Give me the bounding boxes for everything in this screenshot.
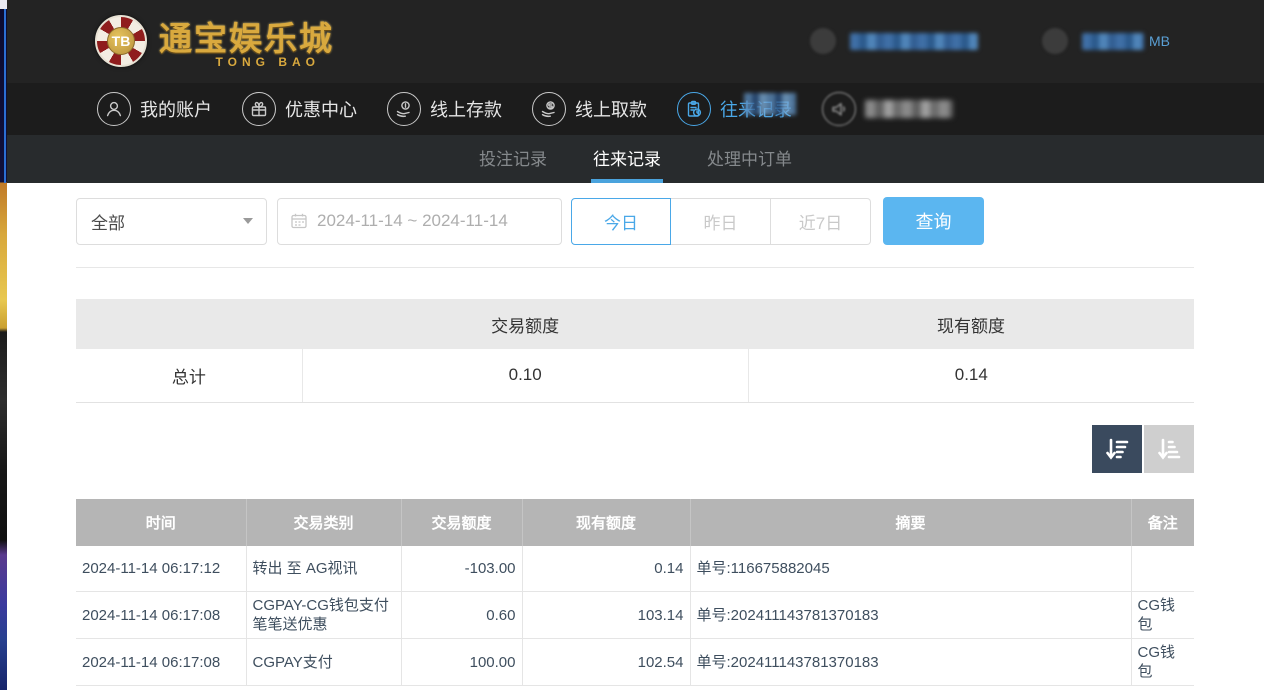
cell-balance: 102.54 — [522, 639, 690, 686]
type-select-value: 全部 — [91, 209, 125, 234]
cell-balance: 103.14 — [522, 592, 690, 639]
cell-note — [1131, 546, 1194, 592]
nav-item-announcements-blurred[interactable] — [822, 92, 953, 126]
nav-label: 线上存款 — [430, 96, 502, 122]
cell-type: 转出 至 AG视讯 — [246, 546, 401, 592]
tab-bet-records[interactable]: 投注记录 — [477, 135, 549, 183]
deposit-icon — [387, 92, 421, 126]
sort-descending-icon — [1102, 434, 1132, 464]
calendar-icon — [290, 212, 308, 230]
search-button[interactable]: 查询 — [883, 197, 984, 245]
cell-summary: 单号:116675882045 — [690, 546, 1131, 592]
nav-item-my-account[interactable]: 我的账户 — [97, 92, 212, 126]
nav-item-deposit[interactable]: 线上存款 — [387, 92, 502, 126]
cell-balance: 0.14 — [522, 546, 690, 592]
sort-controls — [76, 425, 1194, 473]
user-bar: MB — [810, 28, 1170, 54]
yesterday-button[interactable]: 昨日 — [671, 198, 771, 245]
col-time: 时间 — [76, 499, 246, 546]
tab-transaction-records[interactable]: 往来记录 — [591, 135, 663, 183]
tab-pending-orders[interactable]: 处理中订单 — [705, 135, 794, 183]
user-avatar-icon[interactable] — [810, 28, 836, 54]
records-icon — [677, 92, 711, 126]
summary-header-balance: 现有额度 — [748, 299, 1194, 349]
nav-label-blurred — [865, 100, 953, 118]
sort-ascending-icon — [1154, 434, 1184, 464]
filter-row: 全部 2024-11-14 ~ 2024-11-14 今日 昨日 近7日 查询 — [76, 197, 1194, 245]
nav-item-promotions[interactable]: 优惠中心 — [242, 92, 357, 126]
nav-item-withdraw[interactable]: 线上取款 — [532, 92, 647, 126]
balance-unit: MB — [1149, 33, 1170, 49]
balance-blurred — [1082, 33, 1144, 50]
cell-amount: 100.00 — [401, 639, 522, 686]
wallet-icon[interactable] — [1042, 28, 1068, 54]
col-balance: 现有额度 — [522, 499, 690, 546]
cell-note: CG钱包 — [1131, 592, 1194, 639]
top-header: TB 通宝娱乐城 TONG BAO MB — [7, 0, 1264, 83]
nav-label: 线上取款 — [575, 96, 647, 122]
gift-icon — [242, 92, 276, 126]
summary-total-row: 总计 0.10 0.14 — [76, 349, 1194, 402]
last7days-button[interactable]: 近7日 — [771, 198, 871, 245]
cell-time: 2024-11-14 06:17:12 — [76, 546, 246, 592]
desktop-background-strip — [0, 0, 7, 690]
content-area: 全部 2024-11-14 ~ 2024-11-14 今日 昨日 近7日 查询 — [7, 183, 1264, 690]
cell-type: CGPAY支付 — [246, 639, 401, 686]
announcement-icon — [822, 92, 856, 126]
brand-name-cn: 通宝娱乐城 — [159, 12, 334, 60]
cell-amount: -103.00 — [401, 546, 522, 592]
withdraw-icon — [532, 92, 566, 126]
table-header-row: 时间 交易类别 交易额度 现有额度 摘要 备注 — [76, 499, 1194, 546]
summary-total-label: 总计 — [76, 349, 302, 402]
summary-total-amount: 0.10 — [302, 349, 748, 402]
summary-total-balance: 0.14 — [748, 349, 1194, 402]
summary-header-row: 交易额度 现有额度 — [76, 299, 1194, 349]
cell-note: CG钱包 — [1131, 639, 1194, 686]
summary-table: 交易额度 现有额度 总计 0.10 0.14 — [76, 299, 1194, 403]
nav-item-records[interactable]: 往来记录 — [677, 92, 792, 126]
col-type: 交易类别 — [246, 499, 401, 546]
sort-ascending-button[interactable] — [1144, 425, 1194, 473]
cell-summary: 单号:202411143781370183 — [690, 592, 1131, 639]
privacy-blur-patch — [744, 93, 796, 115]
summary-header-blank — [76, 299, 302, 349]
casino-chip-icon: TB — [95, 15, 147, 67]
site-logo[interactable]: TB 通宝娱乐城 TONG BAO — [95, 12, 334, 69]
section-divider — [76, 267, 1194, 268]
type-select[interactable]: 全部 — [76, 198, 267, 245]
chevron-down-icon — [243, 218, 253, 224]
nav-label: 优惠中心 — [285, 96, 357, 122]
cell-amount: 0.60 — [401, 592, 522, 639]
col-summary: 摘要 — [690, 499, 1131, 546]
cell-type: CGPAY-CG钱包支付笔笔送优惠 — [246, 592, 401, 639]
table-row: 2024-11-14 06:17:12 转出 至 AG视讯 -103.00 0.… — [76, 546, 1194, 592]
cell-time: 2024-11-14 06:17:08 — [76, 639, 246, 686]
table-row: 2024-11-14 06:17:08 CGPAY支付 100.00 102.5… — [76, 639, 1194, 686]
cell-summary: 单号:202411143781370183 — [690, 639, 1131, 686]
user-icon — [97, 92, 131, 126]
cell-time: 2024-11-14 06:17:08 — [76, 592, 246, 639]
main-nav: 我的账户 优惠中心 线上存款 线上取款 往来记录 — [7, 83, 1264, 135]
sort-descending-button[interactable] — [1092, 425, 1142, 473]
col-amount: 交易额度 — [401, 499, 522, 546]
chip-tb-monogram: TB — [107, 27, 135, 55]
username-blurred — [850, 33, 978, 50]
today-button[interactable]: 今日 — [571, 198, 671, 245]
col-note: 备注 — [1131, 499, 1194, 546]
date-range-value: 2024-11-14 ~ 2024-11-14 — [317, 211, 508, 231]
page: TB 通宝娱乐城 TONG BAO MB 我的账户 — [7, 0, 1264, 690]
record-tabs: 投注记录 往来记录 处理中订单 — [7, 135, 1264, 183]
transactions-table: 时间 交易类别 交易额度 现有额度 摘要 备注 2024-11-14 06:17… — [76, 499, 1194, 687]
summary-header-amount: 交易额度 — [302, 299, 748, 349]
nav-label: 我的账户 — [140, 96, 212, 122]
date-range-input[interactable]: 2024-11-14 ~ 2024-11-14 — [277, 198, 562, 245]
table-row: 2024-11-14 06:17:08 CGPAY-CG钱包支付笔笔送优惠 0.… — [76, 592, 1194, 639]
brand-name-en: TONG BAO — [216, 55, 334, 69]
quick-range-group: 今日 昨日 近7日 — [571, 198, 871, 245]
